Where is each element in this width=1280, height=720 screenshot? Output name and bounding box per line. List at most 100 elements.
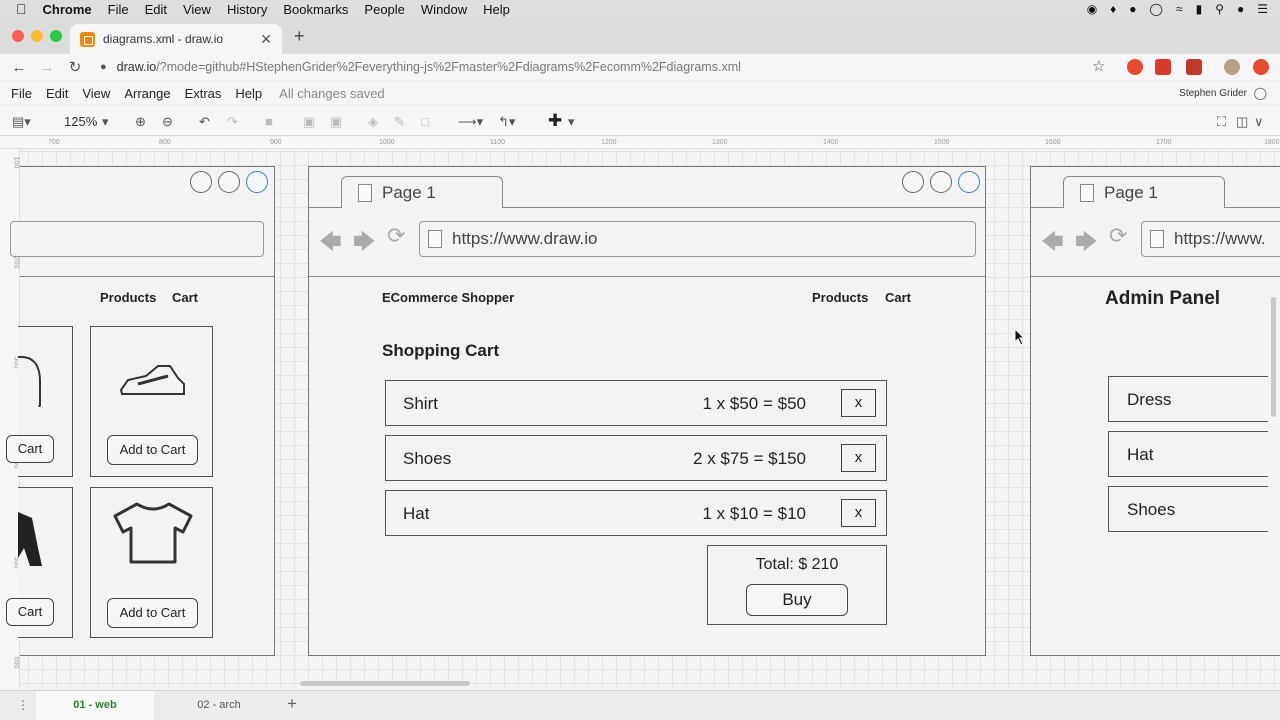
elephant-icon[interactable]: ● xyxy=(1129,2,1136,16)
ruler-tick: 1400 xyxy=(823,139,839,146)
shopping-cart-mockup[interactable]: Page 1 🡄 🡆 ⟳ https://www.draw.io ECommer… xyxy=(308,166,986,656)
menu-people[interactable]: People xyxy=(364,2,404,17)
menu-help[interactable]: Help xyxy=(483,2,510,17)
delete-icon[interactable]: ■ xyxy=(265,114,273,129)
maximize-window-icon[interactable] xyxy=(50,30,62,42)
remove-item-button[interactable]: x xyxy=(841,389,876,417)
mock-url-bar: https://www. xyxy=(1141,221,1280,257)
extension-2-icon[interactable] xyxy=(1155,59,1171,75)
waypoints-icon[interactable]: ↰▾ xyxy=(498,114,515,130)
format-panel-icon[interactable]: ▤▾ xyxy=(12,114,31,130)
reload-icon[interactable]: ↻ xyxy=(61,58,89,76)
insert-dropdown-icon[interactable]: ▾ xyxy=(568,114,575,130)
admin-panel-mockup[interactable]: Page 1 🡄 🡆 ⟳ https://www. Admin Panel Dr… xyxy=(1030,166,1280,656)
record-icon[interactable]: ◉ xyxy=(1087,2,1097,16)
app-menu-file[interactable]: File xyxy=(11,86,32,101)
window-button xyxy=(190,171,212,193)
remove-item-button[interactable]: x xyxy=(841,499,876,527)
menu-edit[interactable]: Edit xyxy=(145,2,167,17)
apple-icon[interactable]:  xyxy=(16,1,27,17)
menu-history[interactable]: History xyxy=(227,2,267,17)
battery-icon[interactable]: ▮ xyxy=(1196,2,1203,16)
add-to-cart-button[interactable]: Add to Cart xyxy=(107,435,198,465)
format-toggle-icon[interactable]: ◫ xyxy=(1236,114,1248,130)
extension-3-icon[interactable] xyxy=(1186,59,1202,75)
fill-color-icon[interactable]: ◈ xyxy=(368,114,378,130)
mock-forward-icon: 🡆 xyxy=(353,229,376,254)
zoom-out-icon[interactable]: ⊖ xyxy=(162,114,173,130)
line-color-icon[interactable]: ✎ xyxy=(394,114,405,130)
admin-item-name: Shoes xyxy=(1127,500,1176,519)
minimize-window-icon[interactable] xyxy=(31,30,43,42)
add-page-icon[interactable]: + xyxy=(287,694,297,714)
wifi-icon[interactable]: ≈ xyxy=(1176,2,1183,16)
insert-icon[interactable]: ✚ xyxy=(548,111,562,131)
profile-avatar[interactable] xyxy=(1224,59,1240,75)
extension-4-icon[interactable] xyxy=(1253,59,1269,75)
menu-bookmarks[interactable]: Bookmarks xyxy=(283,2,348,17)
window-button xyxy=(930,171,952,193)
connection-style-icon[interactable]: ⟶▾ xyxy=(458,114,483,130)
add-to-cart-button[interactable]: Add to Cart xyxy=(107,598,198,628)
close-tab-icon[interactable]: ✕ xyxy=(260,31,272,48)
menu-file[interactable]: File xyxy=(108,2,129,17)
glasses-icon[interactable]: ◯ xyxy=(1150,2,1163,16)
app-menu-edit[interactable]: Edit xyxy=(46,86,68,101)
back-icon[interactable]: ← xyxy=(5,59,33,76)
forward-icon[interactable]: → xyxy=(33,59,61,76)
ruler-tick: 800 xyxy=(159,139,171,146)
collapse-icon[interactable]: ∨ xyxy=(1254,114,1264,130)
product-card-dress: Cart xyxy=(6,487,73,638)
zoom-in-icon[interactable]: ⊕ xyxy=(135,114,146,130)
pages-menu-icon[interactable]: ⋮ xyxy=(17,698,29,712)
app-menu-help[interactable]: Help xyxy=(235,86,262,101)
extension-1-icon[interactable] xyxy=(1127,59,1143,75)
new-tab-icon[interactable]: + xyxy=(294,26,305,47)
menu-window[interactable]: Window xyxy=(421,2,467,17)
zoom-dropdown-icon[interactable]: ▾ xyxy=(102,114,109,130)
total-box: Total: $ 210 Buy xyxy=(707,545,887,625)
product-card-shirt: Add to Cart xyxy=(90,487,213,638)
undo-icon[interactable]: ↶ xyxy=(199,114,210,130)
app-menu-arrange[interactable]: Arrange xyxy=(124,86,170,101)
window-button xyxy=(246,171,268,193)
to-front-icon[interactable]: ▣ xyxy=(303,114,315,130)
close-window-icon[interactable] xyxy=(12,30,24,42)
to-back-icon[interactable]: ▣ xyxy=(330,114,342,130)
diagram-canvas[interactable]: 700 800 900 1000 1100 1200 1300 1400 150… xyxy=(0,137,1280,687)
app-menu-extras[interactable]: Extras xyxy=(185,86,222,101)
window-button xyxy=(902,171,924,193)
vertical-scrollbar[interactable] xyxy=(1271,297,1276,417)
product-list-mockup[interactable]: Products Cart Cart Add to Cart Cart Add … xyxy=(6,166,275,656)
menu-view[interactable]: View xyxy=(183,2,211,17)
cart-item-row: Shirt 1 x $50 = $50 x xyxy=(385,380,887,426)
evernote-icon[interactable]: ♦ xyxy=(1110,2,1116,16)
address-input[interactable]: ● draw.io /?mode=github#HStephenGrider%2… xyxy=(100,54,1120,80)
bookmark-star-icon[interactable]: ☆ xyxy=(1092,57,1105,75)
remove-item-button[interactable]: x xyxy=(841,444,876,472)
page-tab-arch[interactable]: 02 - arch xyxy=(160,691,278,720)
fullscreen-icon[interactable]: ⛶ xyxy=(1217,114,1226,130)
user-name[interactable]: Stephen Grider xyxy=(1179,88,1247,99)
horizontal-scrollbar[interactable] xyxy=(300,681,470,686)
search-icon[interactable]: ⚲ xyxy=(1215,2,1224,16)
add-to-cart-button[interactable]: Cart xyxy=(6,598,54,626)
page-tab-web[interactable]: 01 - web xyxy=(36,691,154,720)
ruler-tick: 1600 xyxy=(1045,139,1061,146)
lock-icon: ● xyxy=(100,61,107,73)
ruler-tick: 1000 xyxy=(379,139,395,146)
siri-icon[interactable]: ● xyxy=(1237,2,1244,16)
menu-chrome[interactable]: Chrome xyxy=(43,2,92,17)
browser-tab[interactable]: diagrams.xml - draw.io ✕ xyxy=(70,24,282,54)
globe-icon[interactable]: ◯ xyxy=(1254,86,1267,100)
notification-icon[interactable]: ☰ xyxy=(1257,2,1268,16)
shadow-icon[interactable]: □ xyxy=(421,114,429,129)
mock-url-bar xyxy=(10,221,264,257)
zoom-select[interactable]: 125% xyxy=(64,114,97,129)
add-to-cart-button[interactable]: Cart xyxy=(6,435,54,463)
save-status: All changes saved xyxy=(279,85,385,101)
redo-icon[interactable]: ↷ xyxy=(227,114,238,130)
buy-button[interactable]: Buy xyxy=(746,584,848,616)
app-menu-view[interactable]: View xyxy=(82,86,110,101)
window-button xyxy=(218,171,240,193)
